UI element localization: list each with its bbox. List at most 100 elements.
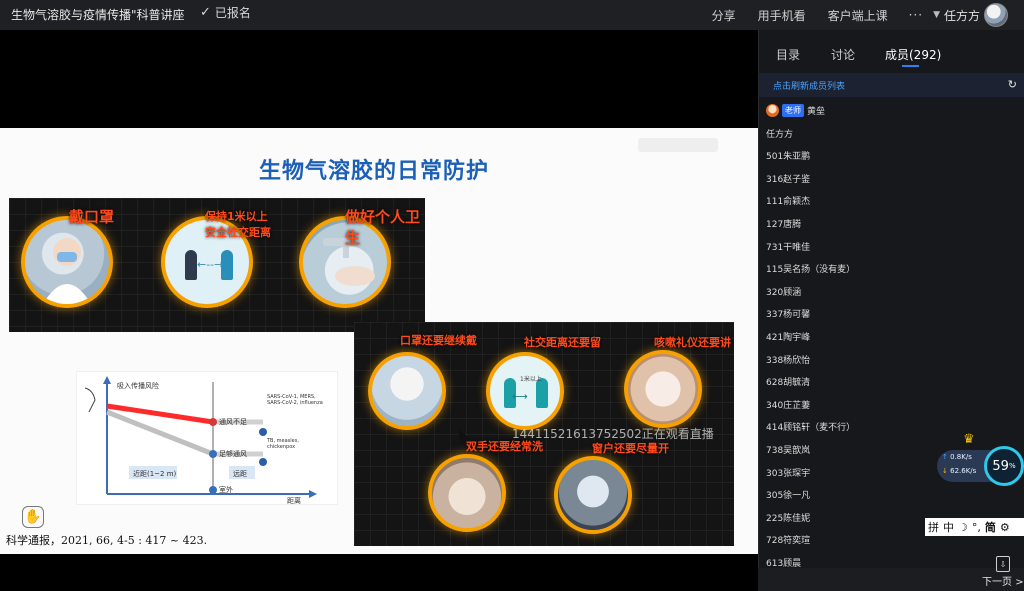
down-arrow-icon: ↓: [942, 467, 948, 475]
client-class-button[interactable]: 客户端上课: [817, 7, 899, 24]
member-name: 黄垒: [807, 107, 826, 117]
share-button[interactable]: 分享: [701, 7, 747, 24]
distance-arrow-icon: ←--→: [197, 258, 224, 271]
app-window: 生物气溶胶与疫情传播"科普讲座 ✓ 已报名 分享 用手机看 客户端上课 ··· …: [0, 0, 1024, 591]
ime-punct-toggle[interactable]: °,: [972, 521, 981, 534]
member-name: 731干唯佳: [766, 242, 811, 253]
member-name: 421陶宇峰: [766, 333, 811, 343]
tab-catalog[interactable]: 目录: [776, 46, 800, 63]
course-title: 生物气溶胶与疫情传播"科普讲座: [11, 8, 185, 22]
user-menu[interactable]: ▼ 任方方: [933, 3, 1024, 27]
cough-keep-label: 咳嗽礼仪还要讲: [654, 336, 731, 349]
member-item[interactable]: 338杨欣怡: [766, 353, 810, 366]
avatar: [766, 104, 779, 117]
member-item[interactable]: 225陈佳妮: [766, 511, 810, 524]
crown-icon: ♛: [963, 432, 975, 447]
more-button[interactable]: ···: [899, 8, 933, 22]
graph-good-vent-label: 足够通风: [219, 450, 247, 458]
registered-status: ✓ 已报名: [200, 4, 251, 21]
member-item[interactable]: 316赵子鉴: [766, 172, 810, 185]
member-item[interactable]: 421陶宇峰: [766, 330, 810, 343]
ime-grid-icon[interactable]: 拼: [928, 519, 939, 535]
upload-speed-value: 0.8K/s: [950, 453, 972, 461]
mask-keep-label: 口罩还要继续戴: [400, 334, 477, 347]
document-icon[interactable]: ⇩: [996, 556, 1010, 572]
member-item[interactable]: 111俞颖杰: [766, 194, 810, 207]
member-name: 316赵子鉴: [766, 174, 811, 185]
member-name: 127唐腾: [766, 220, 802, 230]
member-item[interactable]: 127唐腾: [766, 217, 801, 230]
member-item[interactable]: 628胡毓清: [766, 375, 810, 388]
member-name: 501朱亚鹏: [766, 152, 811, 163]
live-watch-overlay: 14411521613752502正在观看直播: [512, 427, 714, 441]
percent-sign: %: [1008, 462, 1016, 470]
next-page-button[interactable]: 下一页 >: [982, 573, 1024, 588]
person-with-mask-icon: [43, 238, 91, 304]
ime-toolbar[interactable]: 拼 中 ☽ °, 简 ⚙: [925, 518, 1024, 536]
slide-title: 生物气溶胶的日常防护: [258, 159, 489, 184]
check-icon: ✓: [200, 5, 211, 20]
top-bar: 生物气溶胶与疫情传播"科普讲座 ✓ 已报名 分享 用手机看 客户端上课 ··· …: [0, 0, 1024, 30]
member-item[interactable]: 任方方: [766, 127, 793, 140]
social-keep-label: 社交距离还要留: [524, 336, 601, 349]
network-percent-gauge: 59%: [984, 446, 1024, 486]
member-item[interactable]: 320顾涵: [766, 285, 801, 298]
tab-discuss[interactable]: 讨论: [831, 46, 855, 63]
gear-icon[interactable]: ⚙: [1000, 521, 1010, 534]
member-item[interactable]: 501朱亚鹏: [766, 149, 810, 162]
member-name: 738吴歆岚: [766, 446, 811, 456]
member-item[interactable]: 老师 黄垒: [766, 104, 825, 117]
mask-label: 戴口罩: [69, 208, 115, 226]
member-name: 337杨可馨: [766, 310, 811, 321]
one-meter-label: 1米以上: [520, 376, 542, 383]
ime-mode-toggle[interactable]: 中: [943, 519, 954, 535]
up-arrow-icon: ↑: [942, 453, 948, 461]
member-item[interactable]: 303张琛宇: [766, 466, 810, 479]
graph-outdoor-label: 室外: [219, 486, 233, 494]
ime-simplified-toggle[interactable]: 简: [985, 519, 996, 535]
registered-label: 已报名: [214, 6, 251, 20]
avatar[interactable]: [984, 3, 1008, 27]
chevron-right-icon: >: [1015, 577, 1024, 588]
member-item[interactable]: 115吴名扬（没有麦）: [766, 262, 855, 275]
mask-keep-image: [368, 352, 446, 430]
risk-distance-graph: 吸入传播风险 通风不足 足够通风 室外 近距(1~2 m) 远距 距离 SARS…: [76, 371, 338, 505]
distance-label: 保持1米以上安全社交距离: [205, 210, 271, 239]
side-panel: 目录 讨论 成员(292) 点击刷新成员列表 ↻ 老师 黄垒 任方方 501朱亚鹏…: [758, 30, 1024, 591]
window-image: [554, 456, 632, 534]
member-name: 115吴名扬（没有麦）: [766, 265, 856, 276]
teacher-badge: 老师: [782, 104, 804, 117]
member-item[interactable]: 738吴歆岚: [766, 443, 810, 456]
protection-panel-top: 戴口罩 ←--→ 保持1米以上安全社交距离 做好个人卫生: [9, 198, 425, 332]
member-item[interactable]: 305徐一凡: [766, 488, 810, 501]
mobile-watch-button[interactable]: 用手机看: [747, 7, 817, 24]
raise-hand-icon[interactable]: ✋: [22, 506, 44, 528]
member-item[interactable]: 731干唯佳: [766, 240, 810, 253]
video-player[interactable]: 生物气溶胶的日常防护 戴口罩 ←--→ 保持1米以上安全社交距离 做好个人卫生 …: [0, 30, 758, 591]
member-name: 338杨欣怡: [766, 355, 811, 366]
graph-far-label: 远距: [233, 470, 247, 478]
member-item[interactable]: 337杨可馨: [766, 307, 810, 320]
member-name: 320顾涵: [766, 287, 802, 298]
member-name: 303张琛宇: [766, 468, 811, 479]
chevron-down-icon: ▼: [933, 10, 940, 20]
member-name: 111俞颖杰: [766, 197, 811, 208]
download-speed-value: 62.6K/s: [950, 467, 977, 475]
member-name: 414顾铭轩（麦不行）: [766, 423, 856, 434]
mask-image: [21, 216, 113, 308]
refresh-icon[interactable]: ↻: [1008, 78, 1017, 91]
active-tab-indicator: [902, 65, 919, 67]
member-item[interactable]: 414顾铭轩（麦不行）: [766, 420, 855, 433]
member-item[interactable]: 340庄芷萋: [766, 398, 810, 411]
member-item[interactable]: 728符奕瑄: [766, 533, 810, 546]
member-name: 305徐一凡: [766, 491, 811, 502]
presentation-slide: 生物气溶胶的日常防护 戴口罩 ←--→ 保持1米以上安全社交距离 做好个人卫生 …: [0, 128, 758, 554]
member-name: 628胡毓清: [766, 378, 811, 389]
tab-members[interactable]: 成员(292): [885, 46, 941, 63]
moon-icon[interactable]: ☽: [958, 521, 968, 534]
user-name: 任方方: [943, 8, 980, 23]
member-name: 225陈佳妮: [766, 513, 811, 524]
refresh-members-link[interactable]: 点击刷新成员列表: [773, 79, 845, 92]
social-distance-image: ⟷ 1米以上: [486, 352, 564, 430]
slide-citation: 科学通报，2021, 66, 4-5 : 417 ~ 423.: [6, 534, 208, 547]
